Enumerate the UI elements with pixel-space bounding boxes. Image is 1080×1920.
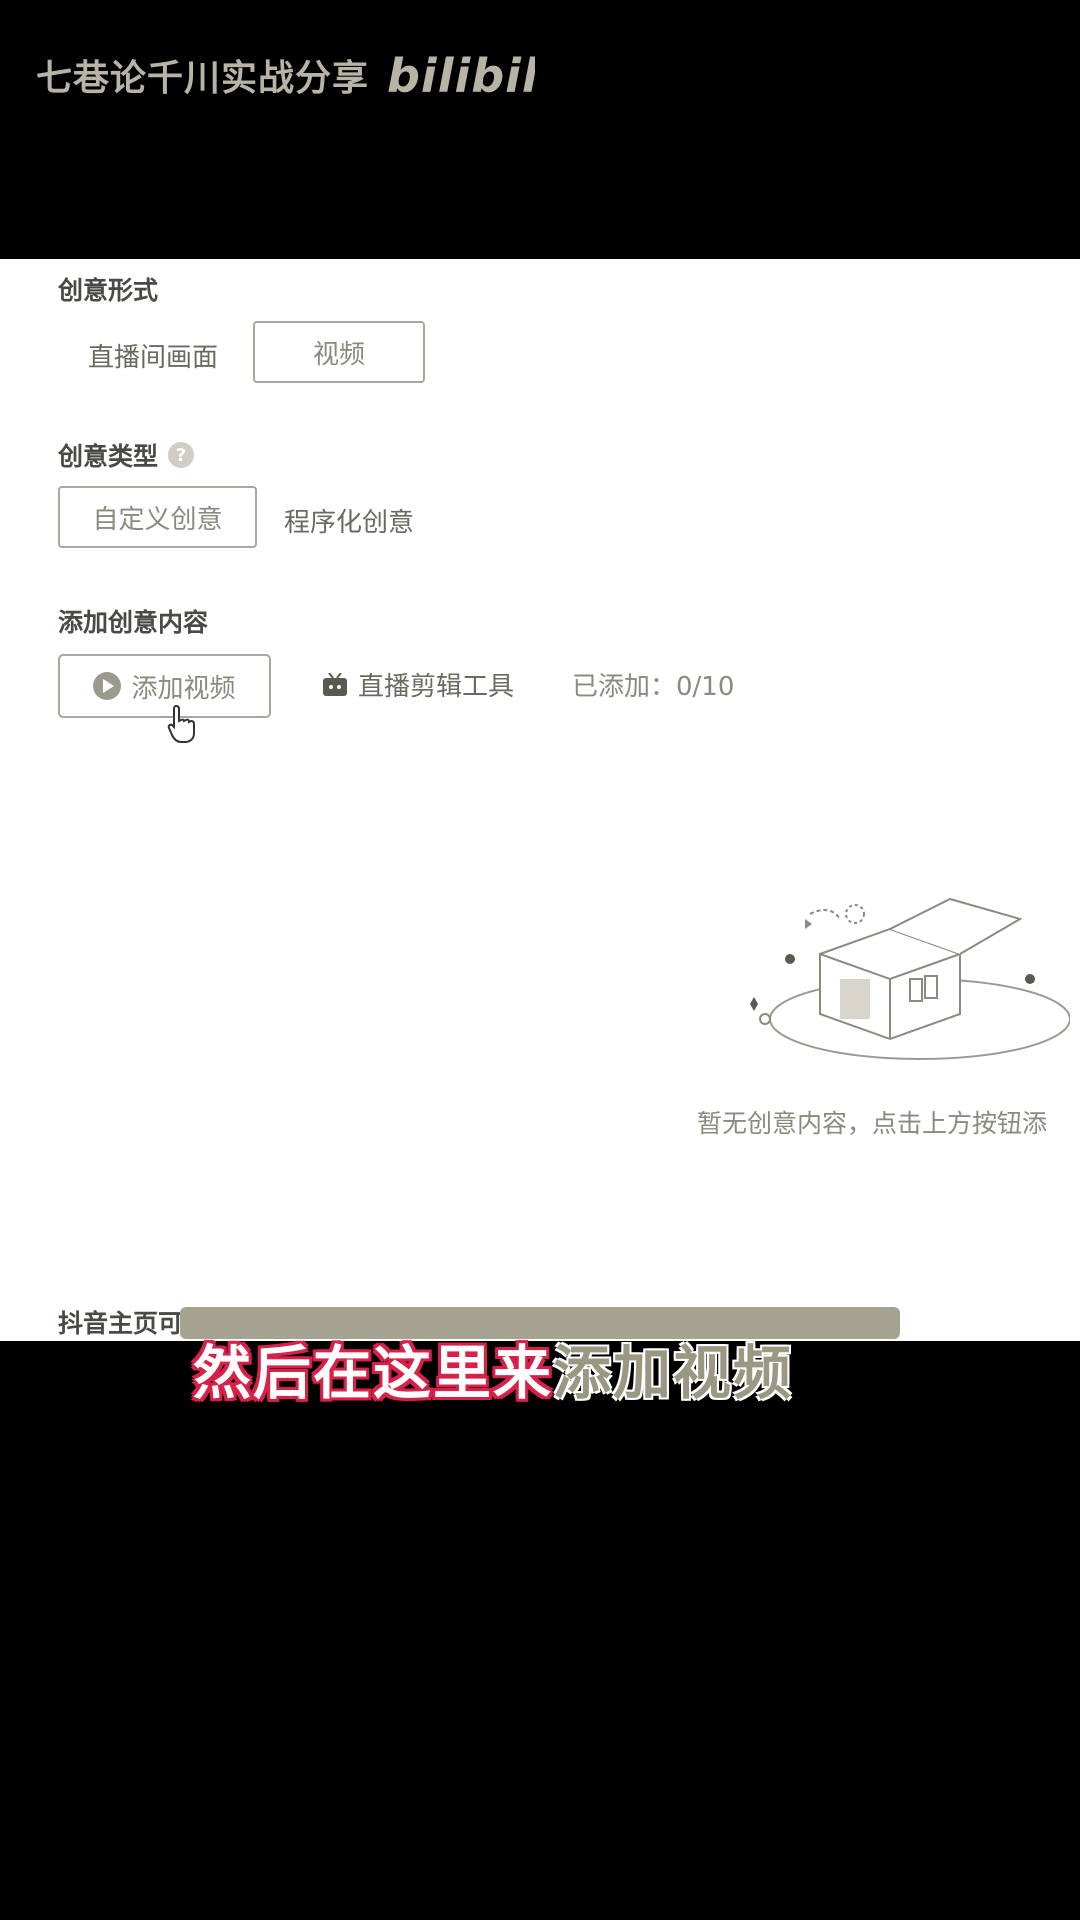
- option-video[interactable]: 视频: [253, 321, 425, 383]
- subtitle-part-1: 然后在这里来: [193, 1339, 554, 1407]
- option-custom-creative[interactable]: 自定义创意: [58, 486, 257, 548]
- empty-box-illustration: [750, 897, 1070, 1060]
- ad-creative-panel: 创意形式 直播间画面 视频 创意类型 ? 自定义创意 程序化创意 添加创意内容 …: [0, 259, 1080, 1341]
- creative-form-label-text: 创意形式: [58, 276, 159, 305]
- added-count: 已添加：0/10: [572, 672, 735, 702]
- watermark: 七巷论千川实战分享 bilibili: [36, 42, 535, 108]
- tv-icon: [323, 672, 347, 696]
- svg-text:bilibili: bilibili: [387, 49, 535, 103]
- option-programmatic-creative[interactable]: 程序化创意: [284, 502, 414, 539]
- creative-content-label: 添加创意内容: [58, 603, 208, 639]
- add-video-label: 添加视频: [131, 673, 236, 704]
- empty-state-text: 暂无创意内容，点击上方按钮添: [697, 1109, 1048, 1138]
- help-icon[interactable]: ?: [168, 442, 195, 468]
- creative-type-label-text: 创意类型: [58, 442, 159, 471]
- creative-content-label-text: 添加创意内容: [58, 608, 209, 637]
- subtitle-part-2: 添加视频: [553, 1339, 794, 1407]
- live-clip-tool-label: 直播剪辑工具: [358, 672, 515, 702]
- cursor-icon: [167, 704, 195, 743]
- creative-form-label: 创意形式: [58, 271, 158, 307]
- channel-name: 七巷论千川实战分享: [36, 58, 370, 99]
- add-video-button[interactable]: 添加视频: [58, 654, 271, 718]
- video-subtitle: 然后在这里来添加视频: [193, 1326, 793, 1410]
- live-clip-tool-button[interactable]: 直播剪辑工具: [322, 666, 514, 703]
- creative-type-label: 创意类型 ?: [58, 437, 195, 473]
- play-icon: [93, 672, 122, 700]
- option-live-room-frame[interactable]: 直播间画面: [88, 337, 218, 374]
- bilibili-logo-icon: bilibili: [387, 49, 535, 103]
- video-frame: 七巷论千川实战分享 bilibili 创意形式 直播间画面 视频 创意类型 ? …: [0, 0, 1080, 1920]
